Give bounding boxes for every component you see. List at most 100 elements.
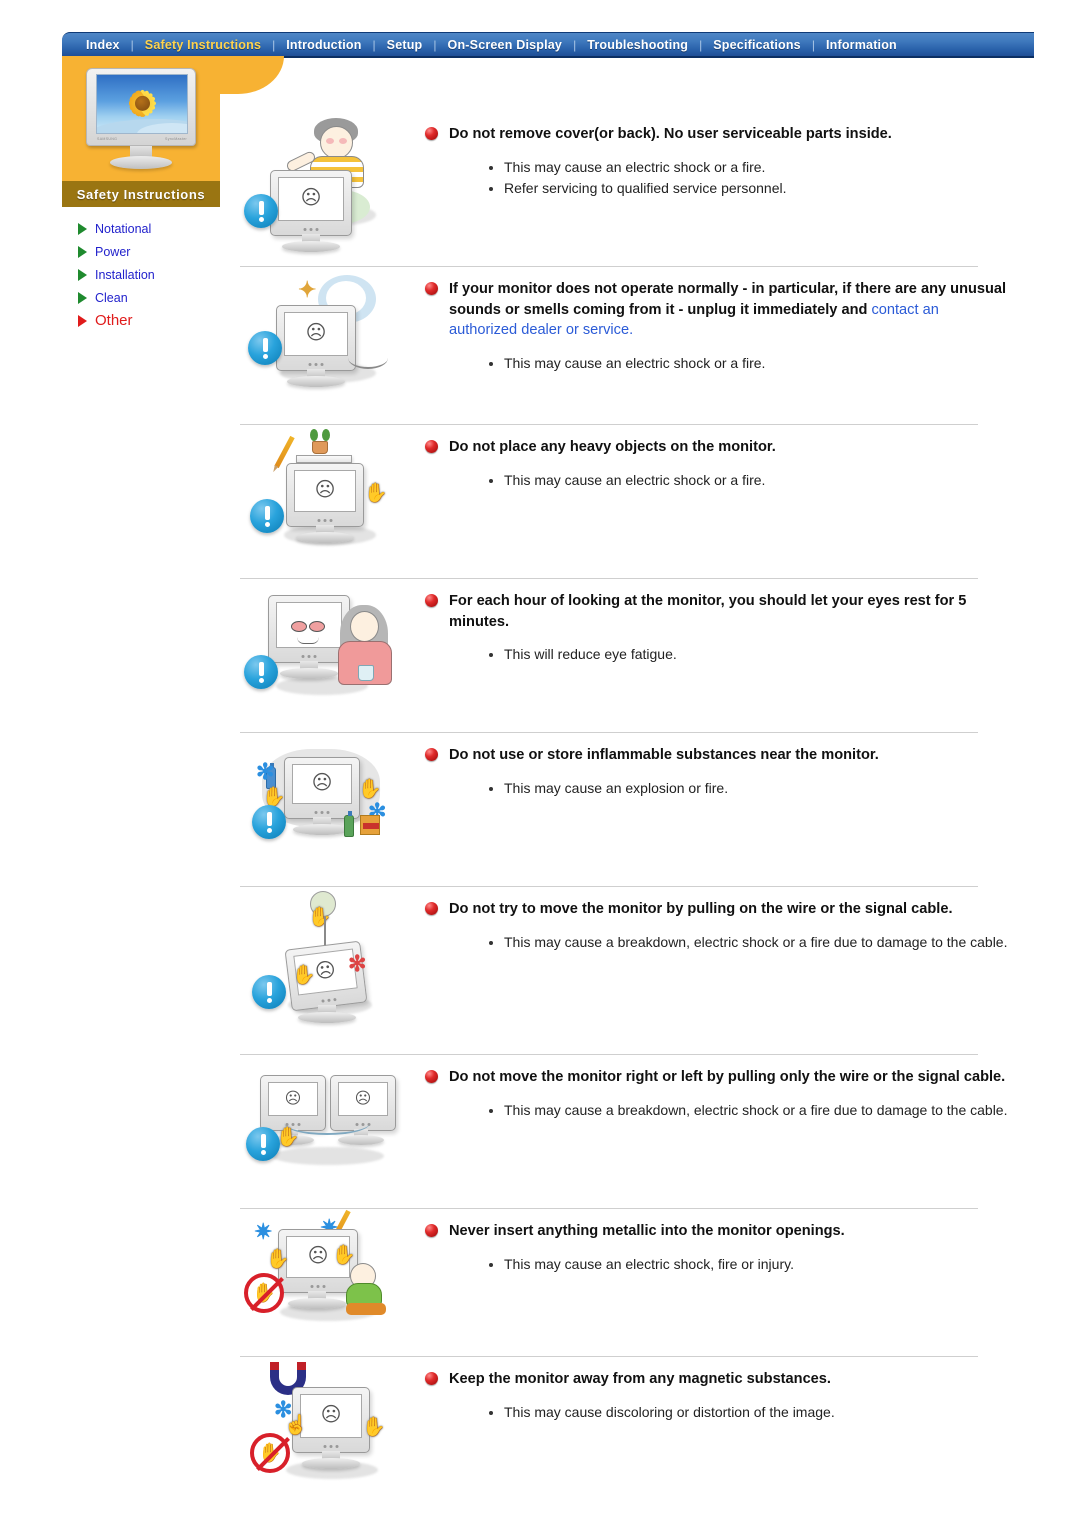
safety-section: ✷ ✷ ☹ ✋ ✋ ✋ [240, 1209, 1035, 1357]
nav-item-setup[interactable]: Setup [377, 38, 433, 52]
section-heading: Do not try to move the monitor by pullin… [425, 899, 1025, 920]
section-heading-text: Do not use or store inflammable substanc… [449, 747, 879, 763]
arrow-right-icon [78, 314, 87, 327]
inflammable-substances-icon: ☹ ✋ ✋ ✻ ✻ [240, 733, 425, 868]
prohibited-hand-icon: ✋ [244, 1273, 284, 1313]
nav-item-on-screen-display[interactable]: On-Screen Display [438, 38, 573, 52]
metallic-object-into-openings-icon: ✷ ✷ ☹ ✋ ✋ ✋ [240, 1209, 425, 1344]
section-heading-text: Do not move the monitor right or left by… [449, 1069, 1006, 1085]
manual-page: Index | Safety Instructions | Introducti… [0, 0, 1080, 1528]
nav-separator: | [699, 37, 703, 52]
safety-sections: ☹ Do not remove cover(or back). No user … [240, 112, 1035, 1498]
warning-exclamation-icon [244, 655, 278, 689]
nav-separator: | [573, 37, 577, 52]
note-item: This may cause a breakdown, electric sho… [487, 933, 1025, 952]
sidebar-panel-title: Safety Instructions [62, 181, 220, 207]
sidebar-item-notational[interactable]: Notational [78, 217, 252, 240]
warning-exclamation-icon [244, 194, 278, 228]
warning-exclamation-icon [250, 499, 284, 533]
note-item: This will reduce eye fatigue. [487, 645, 1025, 664]
sidebar-item-label: Other [95, 312, 133, 329]
monitor-smoke-unplug-icon: ✦ ☹ [240, 267, 425, 402]
red-ball-bullet-icon [425, 1070, 438, 1083]
section-notes: This may cause discoloring or distortion… [487, 1403, 1025, 1422]
red-ball-bullet-icon [425, 1224, 438, 1237]
note-item: This may cause an electric shock, fire o… [487, 1255, 1025, 1274]
sidebar-item-installation[interactable]: Installation [78, 263, 252, 286]
safety-section: ✋ ☹ ✋ ✻ Do not try to move the monitor b… [240, 887, 1035, 1055]
section-notes: This may cause a breakdown, electric sho… [487, 1101, 1025, 1120]
note-item: This may cause an electric shock or a fi… [487, 158, 1025, 177]
sidebar-item-other[interactable]: Other [78, 309, 252, 332]
red-ball-bullet-icon [425, 594, 438, 607]
section-notes: This may cause an electric shock, fire o… [487, 1255, 1025, 1274]
nav-item-information[interactable]: Information [816, 38, 907, 52]
sidebar-item-label: Notational [95, 221, 152, 236]
nav-item-troubleshooting[interactable]: Troubleshooting [577, 38, 698, 52]
arrow-right-icon [78, 222, 87, 235]
sidebar-item-label: Clean [95, 290, 128, 305]
nav-separator: | [433, 37, 437, 52]
note-item: This may cause an electric shock or a fi… [487, 354, 1025, 373]
nav-item-index[interactable]: Index [76, 38, 130, 52]
red-ball-bullet-icon [425, 127, 438, 140]
section-notes: This may cause an explosion or fire. [487, 779, 1025, 798]
sidebar-curve-decoration [220, 56, 284, 94]
section-heading: Do not use or store inflammable substanc… [425, 745, 1025, 766]
monitor-sunflower-icon: SAMSUNG SyncMaster [82, 68, 200, 172]
nav-item-specifications[interactable]: Specifications [703, 38, 811, 52]
section-heading-text: Never insert anything metallic into the … [449, 1223, 845, 1239]
main-navigation[interactable]: Index | Safety Instructions | Introducti… [62, 32, 1034, 58]
nav-separator: | [372, 37, 376, 52]
note-item: Refer servicing to qualified service per… [487, 179, 1025, 198]
safety-section: ☹ ✋ ✋ ✻ ✻ Do not use or store inflammabl… [240, 733, 1035, 887]
section-heading-text: Do not try to move the monitor by pullin… [449, 901, 953, 917]
sidebar-item-power[interactable]: Power [78, 240, 252, 263]
red-ball-bullet-icon [425, 440, 438, 453]
safety-section: ☹ ☹ ✋ Do not move the monitor right or l… [240, 1055, 1035, 1209]
note-item: This may cause an explosion or fire. [487, 779, 1025, 798]
warning-exclamation-icon [248, 331, 282, 365]
red-ball-bullet-icon [425, 282, 438, 295]
note-item: This may cause an electric shock or a fi… [487, 471, 1025, 490]
arrow-right-icon [78, 268, 87, 281]
section-heading: Do not remove cover(or back). No user se… [425, 124, 1025, 145]
woman-resting-eyes-icon [240, 579, 425, 714]
sidebar-thumbnail-panel: SAMSUNG SyncMaster [62, 56, 284, 181]
moving-monitor-sideways-by-cable-icon: ☹ ☹ ✋ [240, 1055, 425, 1190]
section-heading-text: Keep the monitor away from any magnetic … [449, 1371, 831, 1387]
red-ball-bullet-icon [425, 902, 438, 915]
arrow-right-icon [78, 245, 87, 258]
warning-exclamation-icon [252, 975, 286, 1009]
warning-exclamation-icon [252, 805, 286, 839]
section-heading: If your monitor does not operate normall… [425, 279, 1025, 341]
nav-item-introduction[interactable]: Introduction [276, 38, 371, 52]
sidebar-item-label: Installation [95, 267, 155, 282]
heavy-objects-on-monitor-icon: ☹ ✋ [240, 425, 425, 560]
safety-section: ✦ ☹ If your monitor does not operate nor… [240, 267, 1035, 425]
section-notes: This may cause an electric shock or a fi… [487, 158, 1025, 199]
monitor-model-mark: SyncMaster [165, 137, 187, 141]
man-removing-monitor-cover-icon: ☹ [240, 112, 425, 252]
monitor-brand-mark: SAMSUNG [97, 137, 118, 141]
section-heading: Keep the monitor away from any magnetic … [425, 1369, 1025, 1390]
arrow-right-icon [78, 291, 87, 304]
section-heading: For each hour of looking at the monitor,… [425, 591, 1025, 632]
section-heading-text: Do not remove cover(or back). No user se… [449, 126, 892, 142]
section-heading-text: For each hour of looking at the monitor,… [449, 593, 967, 630]
nav-item-safety-instructions[interactable]: Safety Instructions [135, 38, 271, 52]
pulling-monitor-by-cable-icon: ✋ ☹ ✋ ✻ [240, 887, 425, 1023]
sidebar-item-clean[interactable]: Clean [78, 286, 252, 309]
red-ball-bullet-icon [425, 748, 438, 761]
section-heading-text: Do not place any heavy objects on the mo… [449, 439, 776, 455]
nav-separator: | [272, 37, 276, 52]
section-notes: This will reduce eye fatigue. [487, 645, 1025, 664]
note-item: This may cause discoloring or distortion… [487, 1403, 1025, 1422]
section-heading: Do not place any heavy objects on the mo… [425, 437, 1025, 458]
safety-section: ☹ ✋ Do not place any heavy objects on th… [240, 425, 1035, 579]
warning-exclamation-icon [246, 1127, 280, 1161]
section-heading: Never insert anything metallic into the … [425, 1221, 1025, 1242]
safety-section: For each hour of looking at the monitor,… [240, 579, 1035, 733]
magnet-near-monitor-icon: ✻ ✻ ☹ ☝ ✋ ✋ [240, 1357, 425, 1492]
section-notes: This may cause a breakdown, electric sho… [487, 933, 1025, 952]
